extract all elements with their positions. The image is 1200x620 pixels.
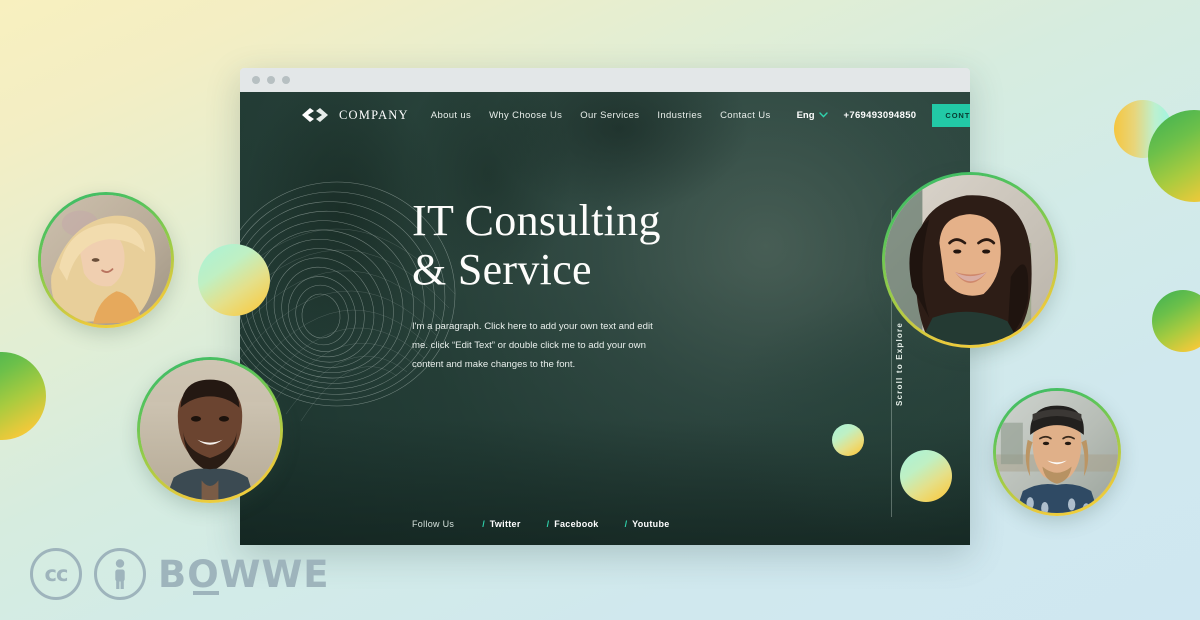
hero-section: COMPANY About us Why Choose Us Our Servi… <box>240 92 970 545</box>
cc-label: cc <box>44 562 69 586</box>
hero-headline-line-1: IT Consulting <box>412 196 661 245</box>
browser-window: COMPANY About us Why Choose Us Our Servi… <box>240 68 970 545</box>
hero-headline-line-2: & Service <box>412 245 592 295</box>
portrait-image-woman-laughing <box>885 175 1055 345</box>
portrait-art-woman-blonde <box>41 195 171 325</box>
browser-titlebar <box>240 68 970 92</box>
social-separator-facebook: / <box>546 519 550 529</box>
hero-headline: IT Consulting & Service <box>412 196 712 295</box>
bowwe-wordmark: BOWWE <box>158 553 330 596</box>
nav-link-about-us[interactable]: About us <box>431 110 471 121</box>
sphere-left-edge <box>0 352 46 440</box>
portrait-image-man-cap <box>996 391 1118 513</box>
chevron-down-icon <box>818 112 828 118</box>
hero-copy-block: IT Consulting & Service I'm a paragraph.… <box>412 196 712 374</box>
nav-link-industries[interactable]: Industries <box>657 110 702 121</box>
nav-link-contact-us[interactable]: Contact Us <box>720 110 771 121</box>
social-link-youtube[interactable]: Youtube <box>632 519 669 529</box>
bowwe-underline-accent <box>193 590 219 595</box>
page-canvas: COMPANY About us Why Choose Us Our Servi… <box>0 0 1200 620</box>
sphere-right-lower <box>1152 290 1200 352</box>
bowwe-text: BOWWE <box>158 552 330 596</box>
social-link-twitter[interactable]: Twitter <box>490 519 521 529</box>
scroll-to-explore-label: Scroll to Explore <box>895 322 904 406</box>
nav-link-our-services[interactable]: Our Services <box>580 110 639 121</box>
social-links-bar: Follow Us / Twitter / Facebook / Youtube <box>412 519 696 529</box>
person-glyph-icon <box>115 559 125 589</box>
cc-bowwe-watermark: cc BOWWE <box>30 548 330 600</box>
portrait-man-bearded <box>137 357 283 503</box>
company-ribbon-logo-icon <box>302 108 328 122</box>
portrait-image-man-bearded <box>140 360 280 500</box>
window-close-dot[interactable] <box>252 76 260 84</box>
portrait-art-man-bearded <box>140 360 280 500</box>
cc-by-person-icon <box>94 548 146 600</box>
nav-link-why-choose-us[interactable]: Why Choose Us <box>489 110 562 121</box>
portrait-woman-blonde <box>38 192 174 328</box>
creative-commons-icon: cc <box>30 548 82 600</box>
brand-name: COMPANY <box>339 107 409 122</box>
social-link-facebook[interactable]: Facebook <box>554 519 598 529</box>
site-navbar: COMPANY About us Why Choose Us Our Servi… <box>240 92 970 138</box>
portrait-man-cap <box>993 388 1121 516</box>
brand-logo[interactable]: COMPANY <box>300 106 409 124</box>
window-maximize-dot[interactable] <box>282 76 290 84</box>
sphere-hero-large <box>900 450 952 502</box>
portrait-art-man-cap <box>996 391 1118 513</box>
social-separator-twitter: / <box>482 519 485 529</box>
phone-number[interactable]: +769493094850 <box>844 110 917 121</box>
social-separator-youtube: / <box>624 519 628 529</box>
language-label: Eng <box>796 109 815 121</box>
sphere-mid-left <box>198 244 270 316</box>
sphere-hero-small <box>832 424 864 456</box>
follow-us-label: Follow Us <box>412 519 455 529</box>
window-minimize-dot[interactable] <box>267 76 275 84</box>
contact-us-button[interactable]: CONTACT US <box>932 103 970 127</box>
language-selector[interactable]: Eng <box>797 110 828 121</box>
portrait-image-woman-blonde <box>41 195 171 325</box>
portrait-woman-laughing <box>882 172 1058 348</box>
portrait-art-woman-laughing <box>885 175 1055 345</box>
hero-paragraph: I'm a paragraph. Click here to add your … <box>412 320 653 370</box>
